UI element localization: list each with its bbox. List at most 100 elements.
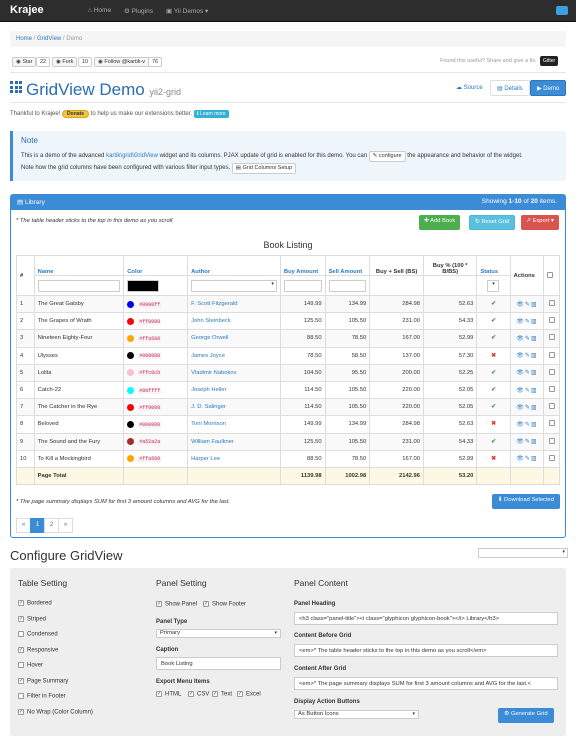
table-option-checkbox[interactable]: ✓ Striped — [18, 615, 46, 622]
delete-icon[interactable]: ▥ — [531, 422, 538, 428]
author-link[interactable]: Joseph Heller — [191, 387, 226, 393]
row-checkbox[interactable] — [543, 398, 560, 417]
table-option-checkbox[interactable]: ✓ Bordered — [18, 600, 52, 607]
header-status[interactable]: Status — [476, 255, 511, 276]
row-checkbox[interactable] — [543, 312, 560, 331]
show-panel-checkbox[interactable]: ✓ Show Panel — [156, 601, 197, 608]
add-book-button[interactable]: ✚ Add Book — [419, 215, 461, 230]
table-option-checkbox[interactable]: Condensed — [18, 631, 58, 638]
row-checkbox[interactable] — [543, 432, 560, 451]
author-link[interactable]: William Faulkner — [191, 439, 234, 445]
view-icon[interactable]: 👁 — [516, 405, 525, 411]
gridview-link[interactable]: kartik\grid\GridView — [106, 153, 158, 159]
columns-setup-button[interactable]: ▤ Grid Columns Setup — [231, 163, 297, 174]
table-option-checkbox[interactable]: ✓ Page Summary — [18, 677, 68, 684]
filter-buy[interactable] — [279, 275, 326, 296]
view-icon[interactable]: 👁 — [516, 370, 525, 376]
export-item-checkbox[interactable]: ✓ Text — [212, 691, 232, 698]
brand-logo[interactable]: Krajee — [10, 4, 44, 16]
row-checkbox[interactable] — [543, 415, 560, 434]
table-option-checkbox[interactable]: ✓ No Wrap (Color Column) — [18, 708, 93, 715]
filter-sell[interactable] — [324, 275, 371, 296]
export-button[interactable]: ↗ Export ▾ — [521, 215, 559, 230]
breadcrumb-home[interactable]: Home — [16, 36, 32, 42]
delete-icon[interactable]: ▥ — [531, 439, 538, 445]
table-option-checkbox[interactable]: ✓ Responsive — [18, 646, 58, 653]
configure-select[interactable]: ▾ — [478, 548, 568, 558]
github-star-button[interactable]: ◉ Star — [12, 57, 37, 67]
row-checkbox[interactable] — [543, 329, 560, 348]
delete-icon[interactable]: ▥ — [531, 388, 538, 394]
author-link[interactable]: Harper Lee — [191, 456, 220, 462]
page-2[interactable]: 2 — [44, 518, 59, 533]
learn-more-button[interactable]: ℹ Learn more — [193, 110, 229, 118]
action-buttons-select[interactable]: As Button Icons ▾ — [294, 710, 419, 719]
donate-button[interactable]: Donate — [62, 110, 89, 118]
panel-heading-input[interactable]: <h3 class="panel-title"><i class="glyphi… — [294, 612, 558, 625]
gitter-button[interactable]: Gitter — [540, 56, 559, 66]
view-icon[interactable]: 👁 — [516, 353, 525, 359]
view-icon[interactable]: 👁 — [516, 439, 525, 445]
github-follow-button[interactable]: ◉ Follow @kartik-v — [94, 57, 150, 67]
filter-status[interactable]: ▾ — [476, 275, 511, 296]
row-checkbox[interactable] — [543, 294, 560, 314]
after-grid-input[interactable]: <em>* The page summary displays SUM for … — [294, 677, 558, 690]
header-name[interactable]: Name — [33, 255, 125, 276]
nav-home[interactable]: ⌂ Home — [88, 7, 111, 14]
delete-icon[interactable]: ▥ — [531, 456, 538, 462]
header-sell[interactable]: Sell Amount — [324, 255, 371, 276]
header-author[interactable]: Author — [187, 255, 281, 276]
filter-name[interactable] — [33, 275, 125, 296]
demo-button[interactable]: ▶ Demo — [530, 80, 567, 96]
author-link[interactable]: John Steinbeck — [191, 318, 231, 324]
view-icon[interactable]: 👁 — [516, 456, 525, 462]
author-link[interactable]: J. D. Salinger — [191, 404, 226, 410]
nav-yii-demos[interactable]: ▣ Yii Demos ▾ — [166, 7, 208, 15]
chat-icon[interactable] — [556, 6, 568, 15]
author-link[interactable]: Toni Morrison — [191, 421, 226, 427]
page-1[interactable]: 1 — [30, 518, 45, 533]
delete-icon[interactable]: ▥ — [531, 302, 538, 308]
filter-color[interactable] — [123, 275, 189, 296]
author-link[interactable]: Vladimir Nabokov — [191, 370, 236, 376]
row-checkbox[interactable] — [543, 363, 560, 382]
view-icon[interactable]: 👁 — [516, 422, 525, 428]
view-icon[interactable]: 👁 — [516, 319, 525, 325]
page-next[interactable]: » — [58, 518, 73, 533]
row-checkbox[interactable] — [543, 449, 560, 468]
delete-icon[interactable]: ▥ — [531, 405, 538, 411]
caption-input[interactable]: Book Listing — [156, 657, 281, 670]
delete-icon[interactable]: ▥ — [531, 353, 538, 359]
table-option-checkbox[interactable]: Hover — [18, 662, 43, 669]
export-item-checkbox[interactable]: ✓ CSV — [188, 691, 209, 698]
author-link[interactable]: George Orwell — [191, 335, 228, 341]
panel-type-select[interactable]: Primary ▾ — [156, 629, 281, 638]
generate-grid-button[interactable]: ⚙ Generate Grid — [498, 708, 554, 723]
header-buy[interactable]: Buy Amount — [279, 255, 326, 276]
filter-author[interactable]: ▾ — [187, 275, 281, 296]
author-link[interactable]: F. Scott Fitzgerald — [191, 301, 237, 307]
view-icon[interactable]: 👁 — [516, 388, 525, 394]
download-selected-button[interactable]: ⬇ Download Selected — [491, 494, 560, 509]
view-icon[interactable]: 👁 — [516, 302, 525, 308]
nav-plugins[interactable]: ⚙ Plugins — [124, 7, 153, 15]
before-grid-input[interactable]: <em>* The table header sticks to the top… — [294, 644, 558, 657]
delete-icon[interactable]: ▥ — [531, 319, 538, 325]
export-item-checkbox[interactable]: ✓ HTML — [156, 691, 181, 698]
source-button[interactable]: ☁ Source — [450, 80, 489, 96]
show-footer-checkbox[interactable]: ✓ Show Footer — [203, 601, 246, 608]
row-checkbox[interactable] — [543, 346, 560, 365]
export-item-checkbox[interactable]: ✓ Excel — [237, 691, 261, 698]
configure-button[interactable]: ✎ configure — [368, 151, 406, 162]
reset-grid-button[interactable]: ↻ Reset Grid — [469, 215, 516, 230]
view-icon[interactable]: 👁 — [516, 336, 525, 342]
author-link[interactable]: James Joyce — [191, 353, 225, 359]
delete-icon[interactable]: ▥ — [531, 370, 538, 376]
header-color[interactable]: Color — [123, 255, 189, 276]
details-button[interactable]: ▤ Details — [490, 80, 530, 96]
table-option-checkbox[interactable]: Filter in Footer — [18, 693, 66, 700]
breadcrumb-gridview[interactable]: GridView — [37, 36, 61, 42]
row-checkbox[interactable] — [543, 380, 560, 400]
github-fork-button[interactable]: ◉ Fork — [52, 57, 78, 67]
delete-icon[interactable]: ▥ — [531, 336, 538, 342]
